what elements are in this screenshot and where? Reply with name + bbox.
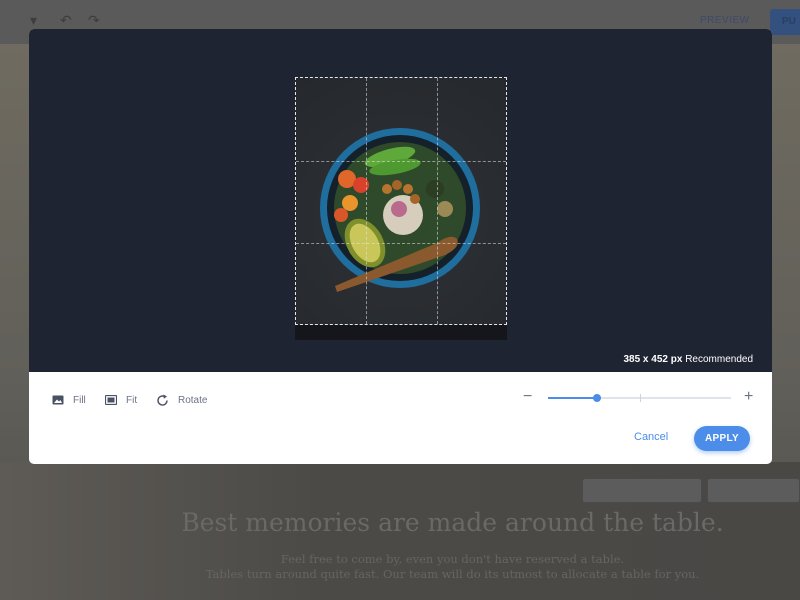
- zoom-slider-midmark: [640, 394, 641, 402]
- fit-label: Fit: [126, 394, 138, 406]
- hero-subtext-1: Feel free to come by, even you don't hav…: [280, 552, 625, 566]
- rotate-label: Rotate: [178, 394, 208, 406]
- crop-area: 385 x 452 px Recommended: [29, 29, 772, 372]
- image-overflow-strip: [295, 325, 507, 340]
- hero-subtext-2: Tables turn around quite fast. Our team …: [205, 567, 700, 581]
- fit-icon: [105, 395, 117, 405]
- recommended-dimensions: 385 x 452 px Recommended: [623, 354, 753, 365]
- zoom-slider-thumb[interactable]: [593, 394, 601, 402]
- zoom-slider[interactable]: [548, 394, 731, 402]
- undo-icon[interactable]: ↶: [60, 12, 72, 29]
- fill-label: Fill: [73, 394, 86, 406]
- zoom-in-button[interactable]: +: [744, 389, 753, 405]
- crop-grid-line: [366, 78, 367, 324]
- image-crop-modal: 385 x 452 px Recommended Fill Fit Rotate…: [29, 29, 772, 464]
- image-icon: [52, 395, 64, 405]
- zoom-slider-fill: [548, 397, 597, 399]
- section-style-toolbar[interactable]: [582, 478, 702, 503]
- dimensions-note: Recommended: [685, 354, 753, 365]
- dimensions-value: 385 x 452 px: [623, 354, 683, 365]
- rotate-button[interactable]: Rotate: [156, 392, 207, 408]
- cancel-button[interactable]: Cancel: [634, 431, 668, 443]
- preview-button[interactable]: PREVIEW: [700, 15, 750, 26]
- crop-grid-line: [437, 78, 438, 324]
- crop-selection-box[interactable]: [295, 77, 507, 325]
- redo-icon[interactable]: ↷: [88, 12, 100, 29]
- section-image-toolbar[interactable]: [707, 478, 800, 503]
- crop-grid-line: [296, 243, 506, 244]
- dropdown-caret-icon[interactable]: ▾: [30, 12, 37, 29]
- rotate-icon: [157, 394, 168, 406]
- hero-heading: Best memories are made around the table.: [181, 508, 724, 537]
- fill-button[interactable]: Fill: [52, 392, 86, 408]
- crop-grid-line: [296, 161, 506, 162]
- publish-button[interactable]: PU: [770, 9, 800, 35]
- apply-button[interactable]: APPLY: [694, 426, 750, 451]
- zoom-out-button[interactable]: −: [523, 389, 532, 405]
- fit-button[interactable]: Fit: [105, 392, 137, 408]
